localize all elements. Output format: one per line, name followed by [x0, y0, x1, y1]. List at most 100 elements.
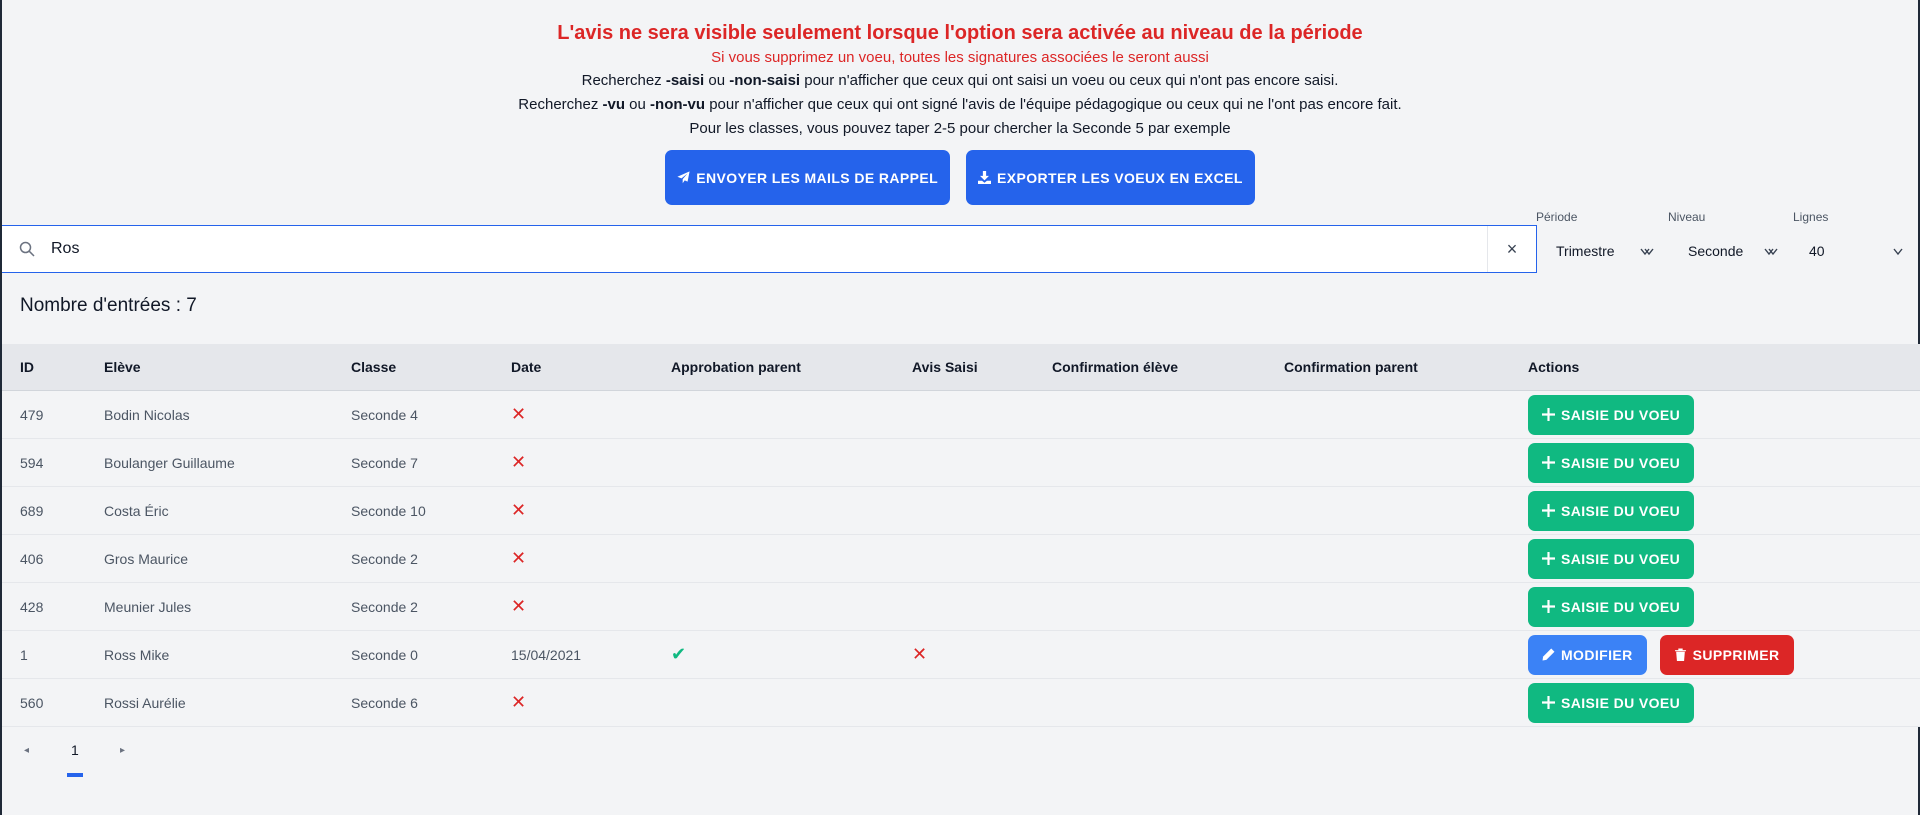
- cell-eleve: Meunier Jules: [104, 582, 351, 631]
- cell-classe: Seconde 7: [351, 438, 511, 487]
- notice-line-vu: Recherchez -vu ou -non-vu pour n'affiche…: [2, 93, 1918, 117]
- add-voeu-label: SAISIE DU VOEU: [1561, 454, 1681, 471]
- cell-id: 594: [2, 438, 104, 487]
- column-header-approbation-parent[interactable]: Approbation parent: [671, 344, 912, 391]
- cell-id: 406: [2, 534, 104, 583]
- table-row: 689 Costa Éric Seconde 10 ✕ SAISIE DU VO…: [2, 486, 1920, 535]
- x-mark-icon: ✕: [511, 452, 527, 472]
- cell-eleve: Ross Mike: [104, 630, 351, 679]
- cell-confirmation-eleve: [1052, 438, 1284, 487]
- add-voeu-button[interactable]: SAISIE DU VOEU: [1528, 538, 1695, 579]
- entries-count: Nombre d'entrées : 7: [20, 295, 197, 316]
- column-header-date[interactable]: Date: [511, 344, 671, 391]
- cell-classe: Seconde 2: [351, 534, 511, 583]
- search-input[interactable]: [49, 239, 1487, 259]
- column-header-avis-saisi[interactable]: Avis Saisi: [912, 344, 1052, 391]
- x-mark-icon: ✕: [511, 692, 527, 712]
- cell-classe: Seconde 4: [351, 390, 511, 439]
- column-header-classe[interactable]: Classe: [351, 344, 511, 391]
- cell-confirmation-parent: [1284, 486, 1528, 535]
- download-icon: [978, 171, 992, 184]
- cell-date: ✕: [511, 390, 671, 439]
- cell-confirmation-eleve: [1052, 390, 1284, 439]
- cell-avis-saisi: [912, 678, 1052, 727]
- add-voeu-label: SAISIE DU VOEU: [1561, 550, 1681, 567]
- cell-avis-saisi: [912, 438, 1052, 487]
- notice-line-classes: Pour les classes, vous pouvez taper 2-5 …: [689, 120, 1231, 137]
- plus-icon: [1542, 456, 1555, 469]
- column-header-actions: Actions: [1528, 344, 1920, 391]
- notice-section: L'avis ne sera visible seulement lorsque…: [2, 0, 1918, 205]
- notice-line-saisi: Recherchez -saisi ou -non-saisi pour n'a…: [2, 69, 1918, 93]
- modify-button[interactable]: MODIFIER: [1528, 634, 1647, 675]
- x-mark-icon: ✕: [912, 644, 928, 664]
- prev-page-button[interactable]: ◂: [24, 745, 29, 756]
- cell-date: ✕: [511, 486, 671, 535]
- notice-text: Recherchez: [518, 96, 603, 113]
- add-voeu-button[interactable]: SAISIE DU VOEU: [1528, 442, 1695, 483]
- add-voeu-label: SAISIE DU VOEU: [1561, 406, 1681, 423]
- notice-text: ou: [704, 72, 730, 89]
- column-header-confirmation-parent[interactable]: Confirmation parent: [1284, 344, 1528, 391]
- table-row: 560 Rossi Aurélie Seconde 6 ✕ SAISIE DU …: [2, 678, 1920, 727]
- export-excel-button[interactable]: EXPORTER LES VOEUX EN EXCEL: [966, 150, 1255, 205]
- cell-eleve: Boulanger Guillaume: [104, 438, 351, 487]
- notice-text: Recherchez: [581, 72, 666, 89]
- cell-confirmation-parent: [1284, 630, 1528, 679]
- paper-plane-icon: [677, 171, 690, 184]
- cell-classe: Seconde 2: [351, 582, 511, 631]
- cell-confirmation-eleve: [1052, 534, 1284, 583]
- cell-approbation-parent: [671, 678, 912, 727]
- cell-actions: MODIFIER SUPPRIMER: [1528, 630, 1920, 679]
- cell-confirmation-parent: [1284, 582, 1528, 631]
- cell-confirmation-parent: [1284, 438, 1528, 487]
- cell-eleve: Rossi Aurélie: [104, 678, 351, 727]
- cell-confirmation-parent: [1284, 390, 1528, 439]
- column-header-id[interactable]: ID: [2, 344, 104, 391]
- niveau-value: Seconde: [1688, 243, 1744, 259]
- lignes-label: Lignes: [1793, 210, 1829, 224]
- search-icon: [19, 241, 35, 257]
- notice-actions: ENVOYER LES MAILS DE RAPPEL EXPORTER LES…: [2, 150, 1918, 205]
- table-header-row: ID Elève Classe Date Approbation parent …: [2, 344, 1920, 391]
- cell-id: 428: [2, 582, 104, 631]
- notice-keyword: -saisi: [665, 72, 705, 89]
- add-voeu-button[interactable]: SAISIE DU VOEU: [1528, 586, 1695, 627]
- cell-confirmation-eleve: [1052, 486, 1284, 535]
- cell-actions: SAISIE DU VOEU: [1528, 534, 1920, 583]
- voeux-table: ID Elève Classe Date Approbation parent …: [2, 344, 1920, 727]
- cell-date: ✕: [511, 534, 671, 583]
- cell-confirmation-eleve: [1052, 630, 1284, 679]
- send-reminders-button[interactable]: ENVOYER LES MAILS DE RAPPEL: [665, 150, 951, 205]
- cell-actions: SAISIE DU VOEU: [1528, 438, 1920, 487]
- notice-subtitle: Si vous supprimez un voeu, toutes les si…: [711, 49, 1209, 66]
- table-row: 1 Ross Mike Seconde 0 15/04/2021 ✔ ✕ MOD…: [2, 630, 1920, 679]
- cell-id: 479: [2, 390, 104, 439]
- niveau-label: Niveau: [1668, 210, 1706, 224]
- chevron-down-icon: [1640, 248, 1654, 256]
- cell-id: 689: [2, 486, 104, 535]
- search-box: ×: [2, 225, 1537, 273]
- cell-classe: Seconde 6: [351, 678, 511, 727]
- trash-icon: [1674, 648, 1686, 661]
- page-1-button[interactable]: 1: [71, 742, 79, 758]
- plus-icon: [1542, 600, 1555, 613]
- delete-button[interactable]: SUPPRIMER: [1659, 634, 1794, 675]
- cell-avis-saisi: [912, 534, 1052, 583]
- check-icon: ✔: [671, 644, 687, 664]
- pencil-icon: [1542, 648, 1555, 661]
- cell-confirmation-eleve: [1052, 582, 1284, 631]
- column-header-confirmation-eleve[interactable]: Confirmation élève: [1052, 344, 1284, 391]
- cell-id: 1: [2, 630, 104, 679]
- clear-icon: ×: [1506, 238, 1518, 259]
- column-header-eleve[interactable]: Elève: [104, 344, 351, 391]
- add-voeu-button[interactable]: SAISIE DU VOEU: [1528, 394, 1695, 435]
- clear-search-button[interactable]: ×: [1487, 226, 1536, 272]
- cell-actions: SAISIE DU VOEU: [1528, 390, 1920, 439]
- next-page-button[interactable]: ▸: [120, 745, 125, 756]
- cell-date: ✕: [511, 678, 671, 727]
- add-voeu-button[interactable]: SAISIE DU VOEU: [1528, 682, 1695, 723]
- cell-approbation-parent: [671, 438, 912, 487]
- add-voeu-button[interactable]: SAISIE DU VOEU: [1528, 490, 1695, 531]
- cell-date: ✕: [511, 438, 671, 487]
